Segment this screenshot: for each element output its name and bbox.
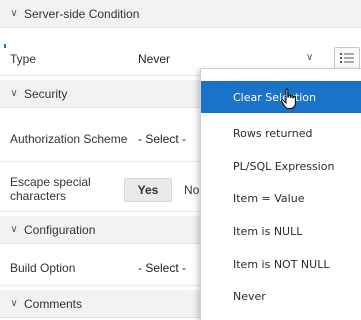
section-title: Configuration — [24, 222, 96, 237]
menu-item-never[interactable]: Never — [201, 280, 361, 312]
yes-toggle[interactable]: Yes — [124, 178, 172, 202]
type-label: Type — [10, 51, 37, 66]
chevron-down-icon: ∨ — [10, 8, 18, 19]
chevron-down-icon: ∨ — [10, 224, 18, 235]
section-title: Server-side Condition — [24, 6, 140, 21]
no-toggle[interactable]: No — [184, 183, 199, 197]
build-option-select[interactable]: - Select - — [138, 261, 186, 275]
chevron-down-icon: ∨ — [10, 88, 18, 99]
type-select[interactable]: Never — [138, 52, 170, 66]
list-icon — [340, 53, 354, 63]
section-title: Comments — [24, 296, 83, 311]
build-option-label: Build Option — [10, 260, 76, 275]
chevron-down-icon[interactable]: ∨ — [306, 52, 313, 63]
hand-pointer-icon — [280, 88, 296, 109]
menu-item-rows-returned[interactable]: Rows returned — [201, 117, 361, 149]
authorization-label: Authorization Scheme — [10, 131, 128, 146]
menu-item-item-is-null[interactable]: Item is NULL — [201, 215, 361, 247]
section-server-side-condition[interactable]: ∨ Server-side Condition — [0, 0, 361, 28]
escape-label: Escape special characters — [10, 174, 91, 203]
menu-item-item-is-not-null[interactable]: Item is NOT NULL — [201, 248, 361, 280]
authorization-select[interactable]: - Select - — [138, 132, 186, 146]
menu-item-plsql-expression[interactable]: PL/SQL Expression — [201, 150, 361, 182]
list-button[interactable] — [334, 47, 360, 69]
chevron-down-icon: ∨ — [10, 298, 18, 309]
menu-item-item-equals-value[interactable]: Item = Value — [201, 182, 361, 214]
section-title: Security — [24, 86, 68, 101]
